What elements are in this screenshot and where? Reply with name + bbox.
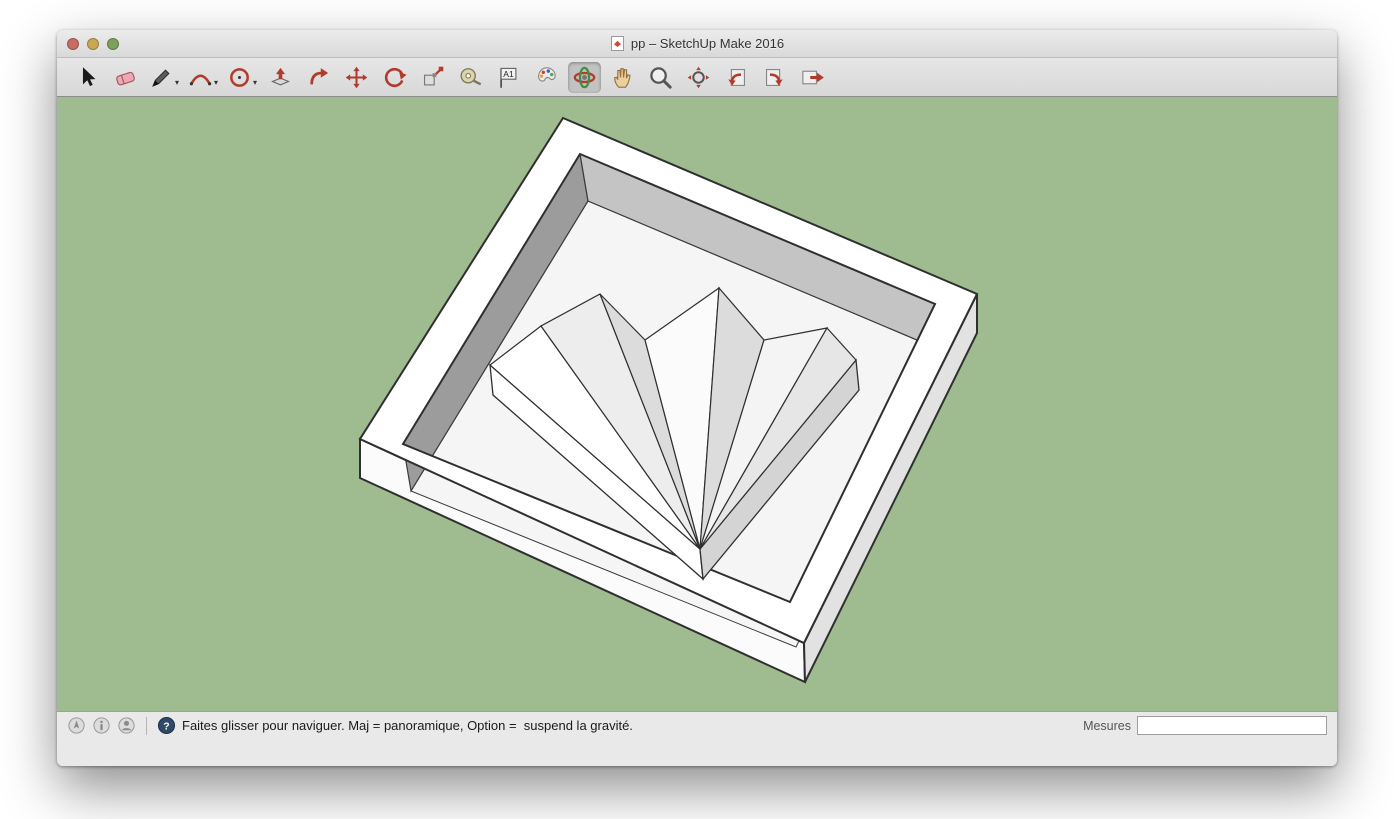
sign-in-icon[interactable] — [117, 716, 136, 735]
circle-icon — [227, 65, 252, 90]
chevron-down-icon: ▾ — [214, 77, 219, 87]
tool-rotate-button[interactable] — [378, 62, 411, 93]
tool-line-button[interactable]: ▾ — [147, 62, 181, 93]
follow-me-icon — [306, 65, 331, 90]
tool-follow-me-button[interactable] — [302, 62, 335, 93]
arc-icon — [188, 65, 213, 90]
traffic-lights — [67, 38, 119, 50]
tool-tape-measure-button[interactable] — [454, 62, 487, 93]
tool-zoom-extents-button[interactable] — [682, 62, 715, 93]
svg-text:A1: A1 — [503, 68, 514, 78]
select-icon — [75, 65, 100, 90]
tool-previous-view-button[interactable] — [720, 62, 753, 93]
help-icon[interactable]: ? — [157, 716, 176, 735]
close-button[interactable] — [67, 38, 79, 50]
export-model-icon — [800, 65, 825, 90]
tape-measure-icon — [458, 65, 483, 90]
tool-scale-button[interactable] — [416, 62, 449, 93]
statusbar: ? Faites glisser pour naviguer. Maj = pa… — [57, 711, 1337, 739]
paint-bucket-icon — [534, 65, 559, 90]
window-title-text: pp – SketchUp Make 2016 — [630, 36, 785, 51]
measurements-input[interactable] — [1137, 716, 1327, 735]
tool-export-model-button[interactable] — [796, 62, 829, 93]
tool-pan-button[interactable] — [606, 62, 639, 93]
tool-move-button[interactable] — [340, 62, 373, 93]
tool-circle-button[interactable]: ▾ — [225, 62, 259, 93]
eraser-icon — [113, 65, 138, 90]
tool-select-button[interactable] — [71, 62, 104, 93]
credits-icon[interactable] — [92, 716, 111, 735]
zoom-icon — [648, 65, 673, 90]
rotate-icon — [382, 65, 407, 90]
viewport — [57, 97, 1337, 711]
geolocation-icon[interactable] — [67, 716, 86, 735]
model-canvas[interactable] — [57, 97, 1337, 711]
next-view-icon — [762, 65, 787, 90]
pan-icon — [610, 65, 635, 90]
previous-view-icon — [724, 65, 749, 90]
orbit-icon — [572, 65, 597, 90]
move-icon — [344, 65, 369, 90]
zoom-button[interactable] — [107, 38, 119, 50]
tool-text-button[interactable]: A1 — [492, 62, 525, 93]
statusbar-icons: ? — [67, 716, 176, 735]
measurements-group: Mesures — [1083, 716, 1327, 735]
text-icon: A1 — [496, 65, 521, 90]
status-message: Faites glisser pour naviguer. Maj = pano… — [182, 718, 633, 733]
tool-orbit-button[interactable] — [568, 61, 602, 93]
chevron-down-icon: ▾ — [175, 77, 180, 87]
tool-arc-button[interactable]: ▾ — [186, 62, 220, 93]
zoom-extents-icon — [686, 65, 711, 90]
tool-eraser-button[interactable] — [109, 62, 142, 93]
minimize-button[interactable] — [87, 38, 99, 50]
sketchup-window: pp – SketchUp Make 2016 ▾ ▾ ▾ A1 ? Faite… — [57, 30, 1337, 766]
window-title: pp – SketchUp Make 2016 — [610, 36, 784, 51]
titlebar[interactable]: pp – SketchUp Make 2016 — [57, 30, 1337, 58]
window-bottom-chrome — [57, 739, 1337, 766]
scale-icon — [420, 65, 445, 90]
tool-next-view-button[interactable] — [758, 62, 791, 93]
chevron-down-icon: ▾ — [253, 77, 258, 87]
statusbar-divider — [146, 716, 147, 735]
svg-text:?: ? — [163, 720, 169, 732]
tool-paint-bucket-button[interactable] — [530, 62, 563, 93]
line-icon — [149, 65, 174, 90]
sketchup-document-icon — [610, 36, 625, 51]
push-pull-icon — [268, 65, 293, 90]
measurements-label: Mesures — [1083, 718, 1131, 733]
tool-push-pull-button[interactable] — [264, 62, 297, 93]
toolbar: ▾ ▾ ▾ A1 — [57, 58, 1337, 97]
tool-zoom-button[interactable] — [644, 62, 677, 93]
